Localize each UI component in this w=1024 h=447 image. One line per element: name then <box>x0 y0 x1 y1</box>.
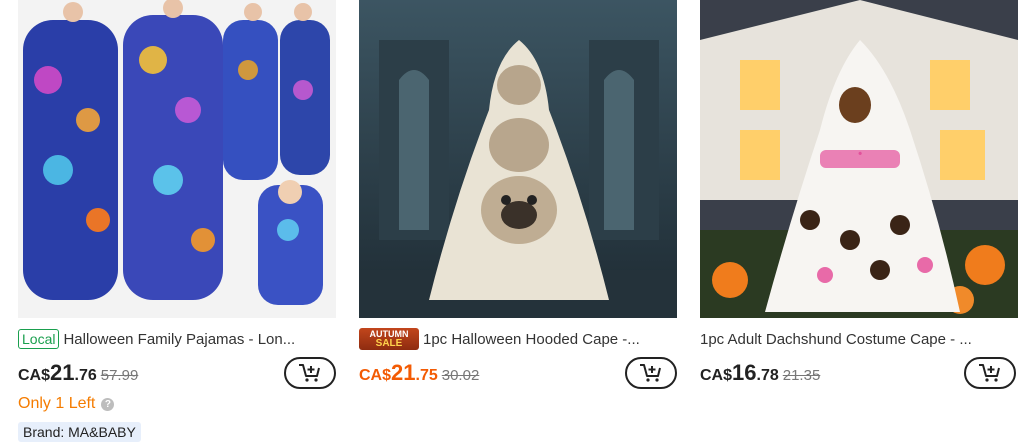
add-to-cart-icon <box>979 364 1000 382</box>
stock-status: Only 1 Left ? <box>18 395 115 413</box>
add-to-cart-icon <box>299 364 320 382</box>
price-decimal: .75 <box>415 367 438 384</box>
price-integer: 16 <box>732 360 757 385</box>
price-integer: 21 <box>391 360 416 385</box>
add-to-cart-button[interactable] <box>625 357 677 389</box>
product-title[interactable]: Halloween Family Pajamas - Lon... <box>63 331 295 348</box>
price-integer: 21 <box>50 360 75 385</box>
product-title[interactable]: 1pc Halloween Hooded Cape -... <box>423 331 640 348</box>
add-to-cart-button[interactable] <box>964 357 1016 389</box>
price-currency: CA$ <box>359 367 392 384</box>
product-title[interactable]: 1pc Adult Dachshund Costume Cape - ... <box>700 331 972 348</box>
price: CA$ 16 .78 21.35 <box>700 360 820 390</box>
price-currency: CA$ <box>700 367 733 384</box>
add-to-cart-icon <box>640 364 661 382</box>
price-decimal: .76 <box>74 367 97 384</box>
original-price: 21.35 <box>782 367 821 384</box>
product-title-row[interactable]: Local Halloween Family Pajamas - Lon... <box>18 327 340 351</box>
original-price: 30.02 <box>441 367 480 384</box>
price-decimal: .78 <box>756 367 779 384</box>
stock-text: Only 1 Left <box>18 395 96 412</box>
badge-line-2: SALE <box>375 338 403 349</box>
brand-tag[interactable]: Brand: MA&BABY <box>18 422 141 442</box>
product-image-dachshund-cape[interactable]: · <box>700 0 1018 318</box>
original-price: 57.99 <box>100 367 139 384</box>
product-title-row[interactable]: AUTUMN SALE 1pc Halloween Hooded Cape -.… <box>359 327 681 351</box>
price: CA$ 21 .76 57.99 <box>18 360 138 390</box>
price: CA$ 21 .75 30.02 <box>359 360 479 390</box>
local-badge: Local <box>18 329 60 349</box>
product-image-family-pajamas[interactable] <box>18 0 336 318</box>
product-image-pug-cape[interactable] <box>359 0 677 318</box>
info-icon[interactable]: ? <box>101 397 115 411</box>
add-to-cart-button[interactable] <box>284 357 336 389</box>
product-title-row[interactable]: 1pc Adult Dachshund Costume Cape - ... <box>700 327 1022 351</box>
price-currency: CA$ <box>18 367 51 384</box>
autumn-sale-badge: AUTUMN SALE <box>359 328 419 350</box>
